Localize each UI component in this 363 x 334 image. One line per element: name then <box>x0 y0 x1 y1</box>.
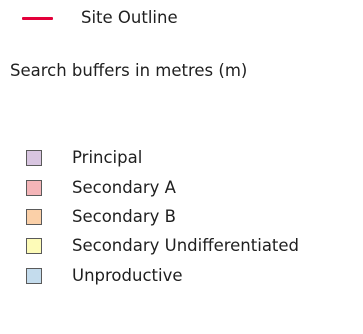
secondary-b-label: Secondary B <box>72 207 176 226</box>
principal-label: Principal <box>72 148 143 167</box>
legend-item-unproductive: Unproductive <box>26 265 183 287</box>
secondary-undifferentiated-swatch <box>26 238 42 254</box>
legend-item-secondary-a: Secondary A <box>26 177 176 199</box>
secondary-a-swatch <box>26 180 42 196</box>
principal-swatch <box>26 150 42 166</box>
site-outline-line-symbol <box>22 16 53 20</box>
site-outline-legend-row: Site Outline <box>22 6 178 30</box>
search-buffers-heading: Search buffers in metres (m) <box>10 61 248 80</box>
map-legend: Site Outline Search buffers in metres (m… <box>0 0 363 334</box>
secondary-b-swatch <box>26 209 42 225</box>
legend-item-secondary-undifferentiated: Secondary Undifferentiated <box>26 235 299 257</box>
unproductive-swatch <box>26 268 42 284</box>
site-outline-label: Site Outline <box>81 8 178 27</box>
secondary-undifferentiated-label: Secondary Undifferentiated <box>72 236 300 255</box>
unproductive-label: Unproductive <box>72 266 183 285</box>
legend-item-secondary-b: Secondary B <box>26 206 176 228</box>
secondary-a-label: Secondary A <box>72 178 176 197</box>
legend-item-principal: Principal <box>26 147 142 169</box>
